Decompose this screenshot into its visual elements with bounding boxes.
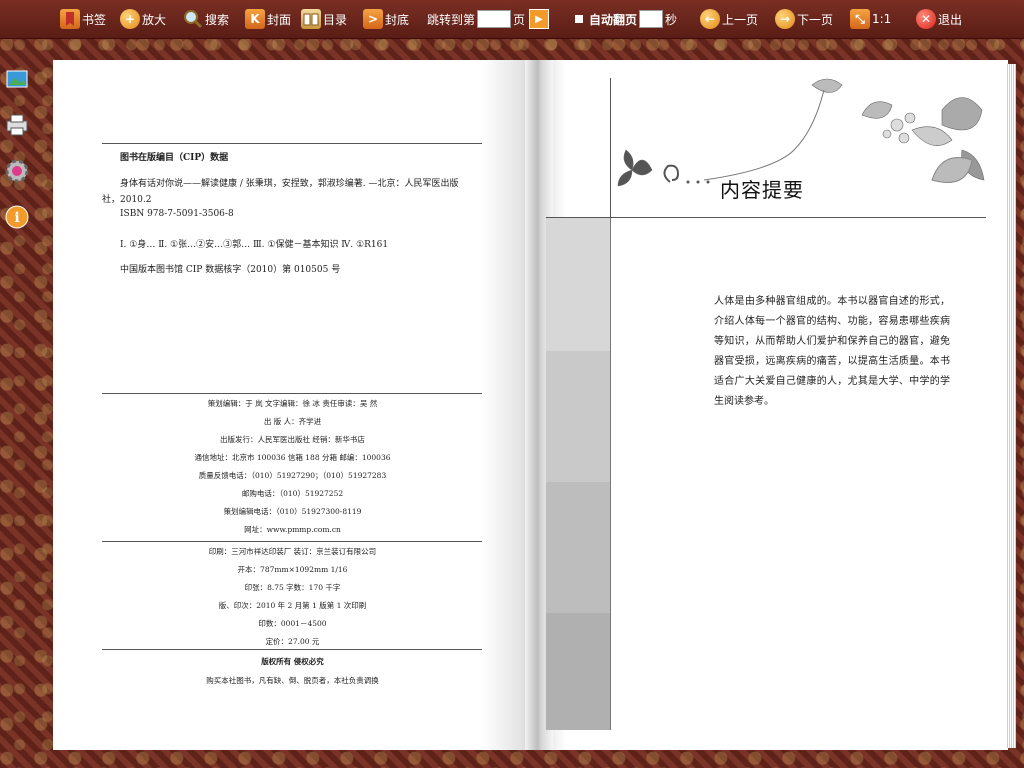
printing-line: 定价：27.00 元 [265, 637, 320, 646]
bookmark-label: 书签 [82, 12, 107, 27]
credits-top-rule [102, 393, 482, 394]
credit-line: 网址：www.pmmp.com.cn [244, 525, 341, 534]
bookmark-icon [60, 9, 80, 29]
book-icon [301, 9, 321, 29]
search-button[interactable]: 搜索 [183, 7, 229, 31]
first-page-icon: K [245, 9, 265, 29]
cip-top-rule [102, 143, 482, 144]
print-side-button[interactable] [4, 112, 30, 138]
seconds-label: 秒 [665, 12, 678, 27]
content-summary: 人体是由多种器官组成的。本书以器官自述的形式，介绍人体每一个器官的结构、功能，容… [714, 296, 950, 407]
gray-band-2 [546, 351, 610, 482]
bookmark-button[interactable]: 书签 [60, 7, 106, 31]
svg-text:i: i [14, 210, 19, 226]
ratio-label: 1:1 [872, 12, 892, 26]
zoom-label: 放大 [142, 12, 167, 27]
cip-catalog-line: 身体有话对你说——解读健康 / 张秉琪，安捏致，郭淑珍编著. —北京：人民军医出… [120, 179, 459, 189]
last-page-icon: > [363, 9, 383, 29]
rights-statement: 版权所有 侵权必究 [261, 657, 324, 666]
cip-classification: Ⅰ. ①身… Ⅱ. ①张…②安…③郭… Ⅲ. ①保健－基本知识 Ⅳ. ①R161 [120, 240, 389, 250]
back-cover-label: 封底 [385, 12, 410, 27]
goto-page-control: 跳转到第 页 ▶ [427, 7, 550, 31]
prev-label: 上一页 [722, 12, 759, 27]
cip-catalog-line-cont: 社，2010.2 [102, 195, 152, 205]
next-label: 下一页 [797, 12, 834, 27]
credit-line: 出 版 人：齐学进 [263, 417, 322, 426]
auto-flip-seconds-input[interactable] [639, 10, 664, 28]
credit-line: 策划编辑：于 岚 文字编辑：徐 冰 责任审读：吴 然 [207, 399, 378, 408]
cip-number: 中国版本图书馆 CIP 数据核字（2010）第 010505 号 [120, 265, 341, 275]
search-label: 搜索 [205, 12, 230, 27]
header-vertical-rule [610, 78, 611, 218]
auto-flip-control: 自动翻页 秒 [575, 7, 677, 31]
section-heading: 内容提要 [720, 178, 804, 202]
printing-line: 开本：787mm×1092mm 1/16 [237, 565, 348, 574]
info-side-button[interactable]: i [4, 204, 30, 230]
credit-line: 通信地址：北京市 100036 信箱 188 分箱 邮编：100036 [194, 453, 391, 462]
toc-label: 目录 [323, 12, 348, 27]
toc-button[interactable]: 目录 [301, 7, 347, 31]
cip-title: 图书在版编目（CIP）数据 [120, 153, 229, 163]
rights-top-rule [102, 649, 482, 650]
exit-button[interactable]: ✕ 退出 [916, 7, 962, 31]
reader-toolbar: 书签 + 放大 搜索 K 封面 目录 > 封底 跳转到第 页 ▶ 自动翻页 秒 … [0, 0, 1024, 39]
printing-line: 印数：0001－4500 [258, 619, 327, 628]
credit-line: 邮购电话：（010）51927252 [241, 489, 344, 498]
next-page-button[interactable]: → 下一页 [775, 7, 833, 31]
gallery-side-button[interactable] [4, 66, 30, 92]
credit-line: 策划编辑电话：（010）51927300-8119 [223, 507, 362, 516]
rights-note: 购买本社图书，凡有缺、倒、脱页者，本社负责调换 [206, 676, 379, 685]
goto-unit-label: 页 [513, 12, 526, 27]
fit-screen-icon: ⤡ [850, 9, 870, 29]
printing-top-rule [102, 541, 482, 542]
image-icon [6, 70, 28, 88]
goto-play-button[interactable]: ▶ [529, 9, 550, 29]
auto-flip-checkbox[interactable] [575, 15, 583, 23]
arrow-right-icon: → [775, 9, 795, 29]
info-icon: i [5, 205, 29, 229]
exit-label: 退出 [938, 12, 963, 27]
cover-label: 封面 [267, 12, 292, 27]
back-cover-button[interactable]: > 封底 [363, 7, 409, 31]
actual-size-button[interactable]: ⤡ 1:1 [850, 7, 891, 31]
gear-icon [5, 159, 29, 183]
isbn: ISBN 978-7-5091-3506-8 [120, 209, 234, 219]
page-stack-edge [1006, 64, 1016, 748]
gray-band-3 [546, 482, 610, 613]
gray-band-1 [546, 218, 610, 351]
printing-line: 印刷：三河市祥达印装厂 装订：京兰装订有限公司 [208, 547, 377, 556]
printing-line: 印张：8.75 字数：170 千字 [244, 583, 341, 592]
auto-flip-label: 自动翻页 [589, 12, 638, 27]
prev-page-button[interactable]: ← 上一页 [700, 7, 758, 31]
credit-line: 质量反馈电话：（010）51927290；（010）51927283 [198, 471, 387, 480]
goto-page-input[interactable] [477, 10, 512, 28]
cover-button[interactable]: K 封面 [245, 7, 291, 31]
printer-icon [6, 114, 28, 136]
arrow-left-icon: ← [700, 9, 720, 29]
gray-band-4 [546, 613, 610, 730]
printing-line: 版、印次：2010 年 2 月第 1 版第 1 次印刷 [218, 601, 367, 610]
zoom-button[interactable]: + 放大 [120, 7, 166, 31]
credit-line: 出版发行：人民军医出版社 经销：新华书店 [220, 435, 365, 444]
goto-label: 跳转到第 [427, 12, 476, 27]
gray-band-edge [610, 218, 611, 730]
zoom-in-icon: + [120, 9, 140, 29]
settings-side-button[interactable] [4, 158, 30, 184]
search-icon [183, 9, 203, 29]
close-icon: ✕ [916, 9, 936, 29]
header-horizontal-rule [546, 217, 986, 218]
